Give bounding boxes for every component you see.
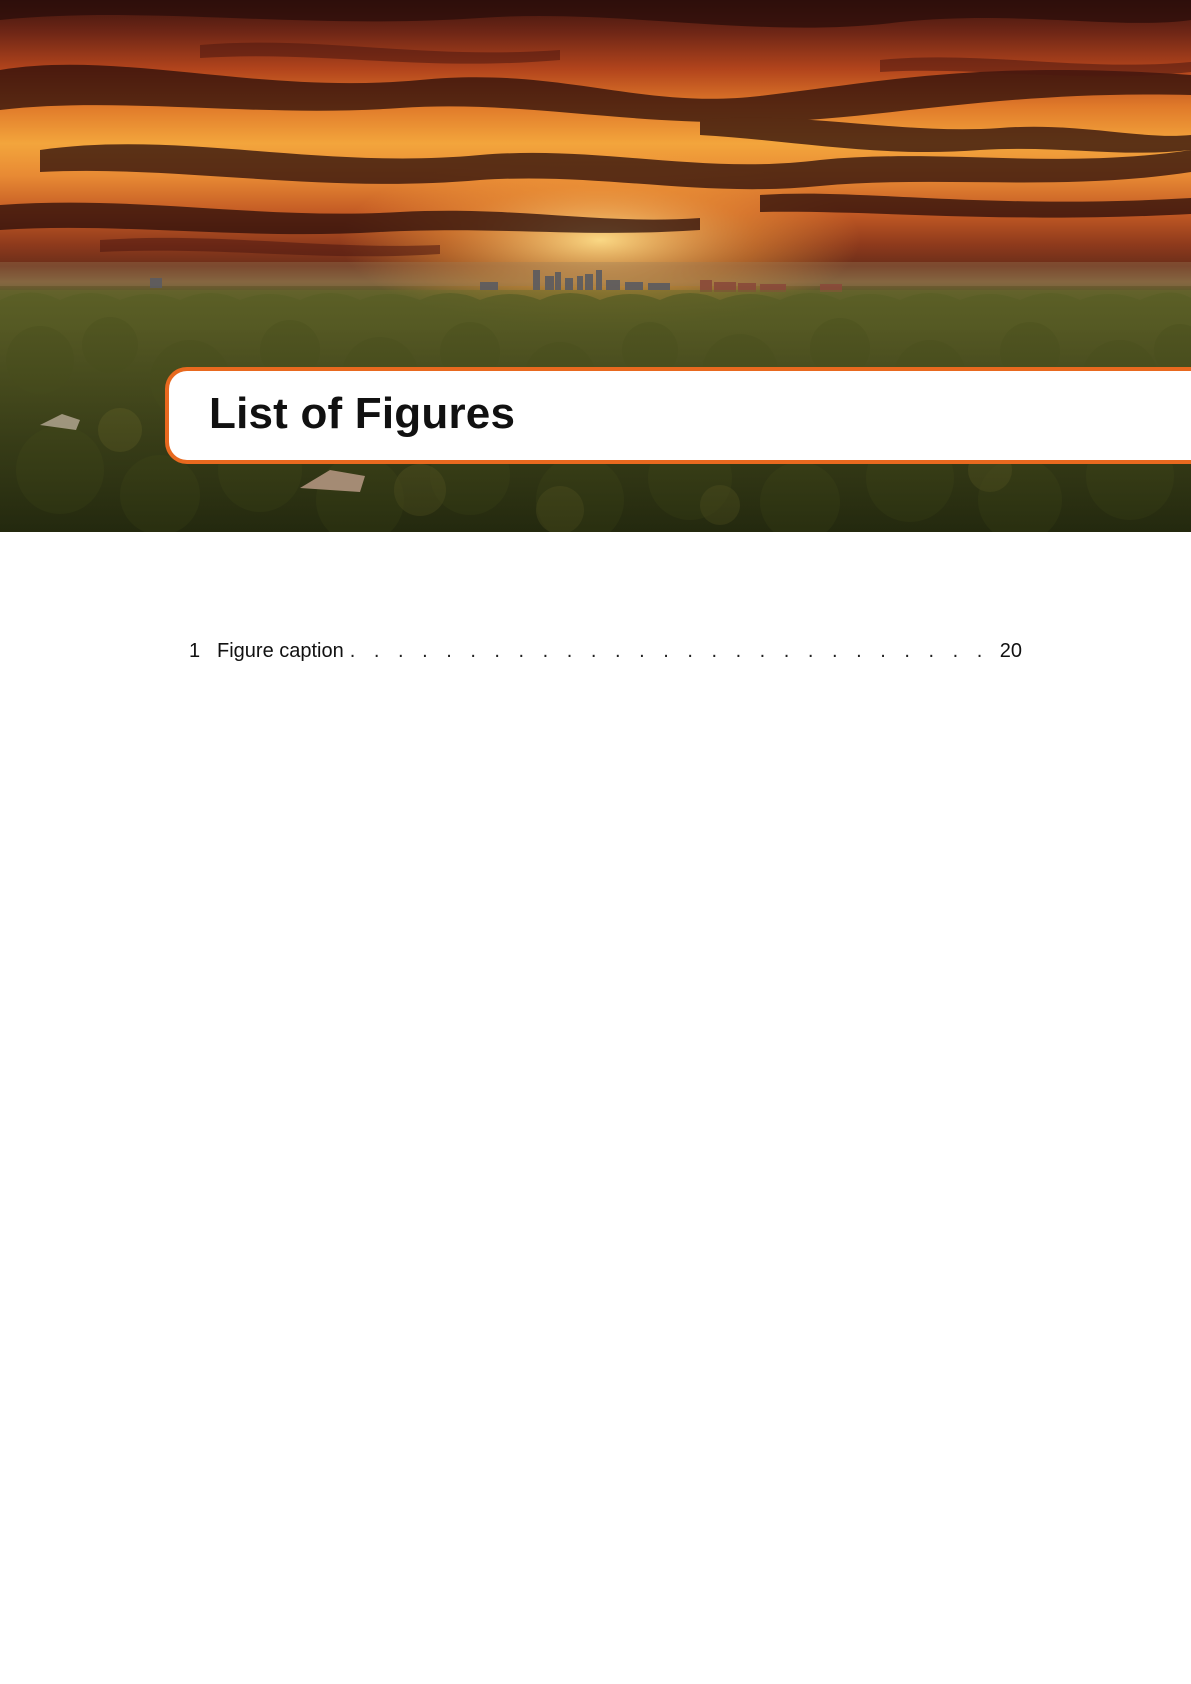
page-title: List of Figures — [209, 389, 516, 438]
list-of-figures-entry[interactable]: 1 Figure caption . . . . . . . . . . . .… — [189, 640, 1022, 668]
figure-number: 1 — [189, 640, 201, 662]
chapter-title-box: List of Figures — [165, 367, 1191, 464]
dot-leader: . . . . . . . . . . . . . . . . . . . . … — [349, 640, 992, 662]
figure-page-number[interactable]: 20 — [1000, 640, 1022, 663]
figure-caption-link[interactable]: Figure caption — [217, 640, 344, 663]
